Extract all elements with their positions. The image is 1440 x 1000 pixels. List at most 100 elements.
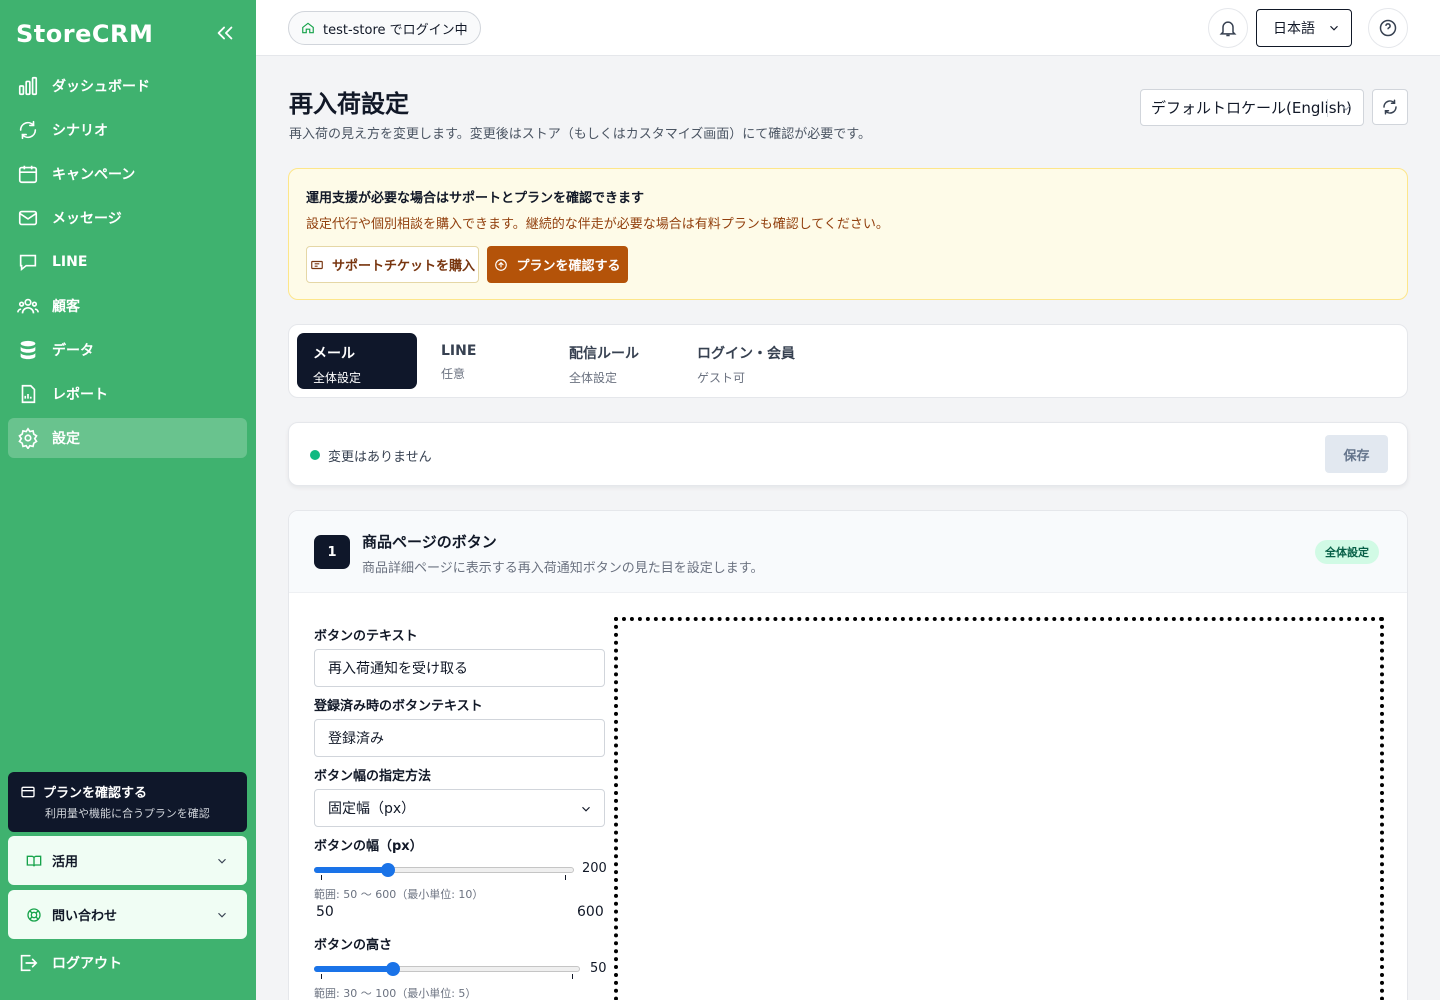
reload-button[interactable] — [1372, 89, 1408, 125]
plan-card-title: プランを確認する — [43, 786, 148, 801]
report-icon — [21, 384, 36, 404]
gear-icon — [18, 427, 38, 449]
height-value: 50 — [590, 961, 607, 976]
sidebar-item-dashboard[interactable]: ダッシュボード — [8, 66, 247, 106]
width-mode-label: ボタン幅の指定方法 — [314, 769, 432, 784]
registered-text-input[interactable]: 登録済み — [314, 719, 605, 757]
scope-badge: 全体設定 — [1315, 540, 1379, 564]
ticket-button-label: サポートチケットを購入 — [331, 259, 475, 274]
slider-fill — [314, 966, 393, 972]
sidebar-item-label: ダッシュボード — [52, 79, 150, 95]
sidebar-item-label: シナリオ — [52, 123, 108, 139]
logout-label: ログアウト — [52, 956, 122, 972]
help-button[interactable] — [1368, 8, 1408, 48]
book-icon — [26, 855, 42, 866]
page-title: 再入荷設定 — [289, 90, 409, 118]
credit-card-icon — [21, 786, 35, 797]
tab-sublabel: ゲスト可 — [697, 371, 746, 385]
collapse-sidebar-icon[interactable] — [214, 22, 236, 44]
language-select[interactable]: 日本語 — [1256, 9, 1352, 47]
store-label: test-store でログイン中 — [323, 22, 468, 38]
tab-line[interactable]: LINE 任意 — [425, 333, 545, 389]
language-label: 日本語 — [1273, 21, 1315, 37]
height-range-hint: 範囲: 30 〜 100（最小単位: 5） — [314, 987, 477, 1000]
width-mode-select[interactable]: 固定幅（px） — [314, 789, 605, 827]
status-dot — [310, 450, 320, 460]
tab-sublabel: 全体設定 — [569, 371, 618, 385]
sidebar-item-label: LINE — [52, 254, 88, 270]
sidebar-item-campaign[interactable]: キャンペーン — [8, 154, 247, 194]
store-indicator[interactable]: test-store でログイン中 — [288, 11, 481, 45]
tab-label: LINE — [441, 343, 477, 359]
users-icon — [17, 298, 39, 314]
height-slider[interactable] — [314, 961, 580, 977]
sidebar-item-label: 設定 — [52, 431, 80, 447]
product-button-section: 1 商品ページのボタン 商品詳細ページに表示する再入荷通知ボタンの見た目を設定し… — [288, 510, 1408, 1000]
settings-tabs: メール 全体設定 LINE 任意 配信ルール 全体設定 ログイン・会員 ゲスト可 — [288, 324, 1408, 398]
chevron-down-icon — [1330, 25, 1338, 31]
tab-label: ログイン・会員 — [697, 346, 795, 362]
save-status-bar: 変更はありません 保存 — [288, 422, 1408, 486]
save-button[interactable]: 保存 — [1325, 435, 1388, 473]
plan-card[interactable]: プランを確認する 利用量や機能に合うプランを確認 — [8, 772, 247, 832]
tab-delivery-rules[interactable]: 配信ルール 全体設定 — [553, 333, 673, 389]
tab-sublabel: 任意 — [441, 367, 466, 381]
tab-label: 配信ルール — [569, 346, 639, 362]
slider-thumb[interactable] — [386, 962, 400, 976]
notice-description: 設定代行や個別相談を購入できます。継続的な伴走が必要な場合は有料プランも確認して… — [306, 217, 889, 232]
select-separator — [1327, 99, 1328, 117]
sidebar-nav: ダッシュボード シナリオ キャンペーン メッセージ LINE 顧客 データ レポ… — [8, 66, 247, 462]
sidebar-item-message[interactable]: メッセージ — [8, 198, 247, 238]
topbar: test-store でログイン中 日本語 — [256, 0, 1440, 56]
logout-button[interactable]: ログアウト — [17, 952, 122, 974]
tab-label: メール — [313, 346, 355, 362]
tab-mail[interactable]: メール 全体設定 — [297, 333, 417, 389]
sidebar-item-scenario[interactable]: シナリオ — [8, 110, 247, 150]
button-text-input[interactable]: 再入荷通知を受け取る — [314, 649, 605, 687]
tab-login-member[interactable]: ログイン・会員 ゲスト可 — [681, 333, 801, 389]
accordion-usage[interactable]: 活用 — [8, 836, 247, 885]
home-icon — [302, 22, 314, 34]
accordion-contact-label: 問い合わせ — [52, 909, 118, 924]
sidebar-item-customers[interactable]: 顧客 — [8, 286, 247, 326]
help-icon — [1379, 19, 1397, 37]
brand-logo: StoreCRM — [16, 20, 154, 48]
slider-tick-max — [572, 974, 573, 979]
width-slider[interactable] — [314, 862, 574, 878]
width-label: ボタンの幅（px） — [314, 839, 423, 854]
check-plan-button[interactable]: プランを確認する — [487, 246, 628, 283]
chevron-down-icon — [1342, 105, 1350, 111]
chart-bar-icon — [18, 76, 38, 96]
notice-heading: 運用支援が必要な場合はサポートとプランを確認できます — [306, 191, 645, 206]
width-min-label: 50 — [316, 904, 334, 920]
page-subtitle: 再入荷の見え方を変更します。変更後はストア（もしくはカスタマイズ画面）にて確認が… — [289, 127, 872, 142]
bell-icon — [1219, 21, 1237, 37]
sidebar-item-data[interactable]: データ — [8, 330, 247, 370]
calendar-icon — [18, 165, 38, 184]
tab-sublabel: 全体設定 — [313, 371, 362, 385]
plan-button-label: プランを確認する — [516, 259, 621, 274]
sidebar-item-line[interactable]: LINE — [8, 242, 247, 282]
status-text: 変更はありません — [328, 450, 432, 465]
locale-value: デフォルトロケール(English) — [1151, 99, 1352, 117]
sidebar-item-report[interactable]: レポート — [8, 374, 247, 414]
chat-bubble-icon — [19, 254, 37, 272]
slider-tick-min — [321, 875, 322, 880]
ticket-icon — [311, 260, 323, 269]
sidebar-item-settings[interactable]: 設定 — [8, 418, 247, 458]
notifications-button[interactable] — [1208, 8, 1248, 48]
accordion-contact[interactable]: 問い合わせ — [8, 890, 247, 939]
slider-tick-min — [321, 974, 322, 979]
width-range-hint: 範囲: 50 〜 600（最小単位: 10） — [314, 888, 484, 901]
refresh-icon — [1383, 99, 1397, 115]
mail-icon — [18, 210, 38, 226]
locale-select[interactable]: デフォルトロケール(English) — [1140, 89, 1364, 126]
chevron-down-icon — [582, 806, 590, 812]
support-icon — [27, 907, 41, 922]
section-description: 商品詳細ページに表示する再入荷通知ボタンの見た目を設定します。 — [362, 561, 764, 576]
section-header: 1 商品ページのボタン 商品詳細ページに表示する再入荷通知ボタンの見た目を設定し… — [289, 511, 1407, 593]
buy-support-ticket-button[interactable]: サポートチケットを購入 — [306, 246, 479, 283]
database-icon — [20, 340, 36, 360]
slider-tick-max — [565, 875, 566, 880]
slider-thumb[interactable] — [381, 863, 396, 877]
